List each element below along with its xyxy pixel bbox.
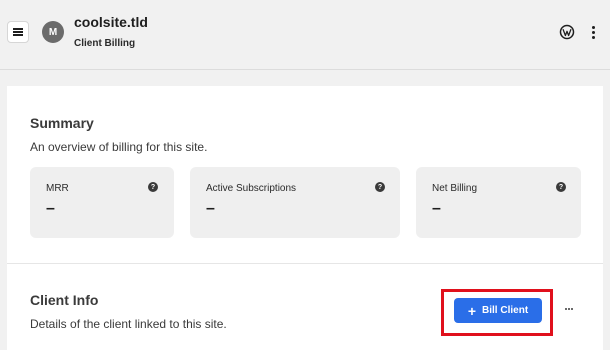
stat-label: Net Billing [432, 183, 478, 194]
summary-description: An overview of billing for this site. [30, 140, 208, 154]
bill-client-button[interactable]: + Bill Client [454, 298, 542, 323]
stat-card-active-subscriptions: Active Subscriptions ? – [190, 167, 400, 238]
site-header: M coolsite.tld Client Billing [0, 0, 610, 70]
stat-card-mrr: MRR ? – [30, 167, 174, 238]
wordpress-icon[interactable] [559, 24, 575, 40]
client-info-description: Details of the client linked to this sit… [30, 317, 227, 331]
avatar: M [42, 21, 64, 43]
site-title: coolsite.tld [74, 14, 148, 30]
help-icon[interactable]: ? [556, 182, 566, 192]
more-horizontal-icon[interactable] [562, 304, 576, 314]
stat-value: – [206, 200, 215, 217]
plus-icon: + [467, 302, 477, 319]
billing-card: Summary An overview of billing for this … [7, 86, 603, 350]
bill-client-label: Bill Client [482, 305, 529, 316]
help-icon[interactable]: ? [148, 182, 158, 192]
section-divider [7, 263, 603, 264]
summary-title: Summary [30, 115, 94, 131]
stat-label: Active Subscriptions [206, 183, 297, 194]
menu-button[interactable] [7, 21, 29, 43]
stat-value: – [432, 200, 441, 217]
stat-value: – [46, 200, 55, 217]
more-vertical-icon[interactable] [586, 24, 600, 40]
stat-label: MRR [46, 183, 69, 194]
client-info-title: Client Info [30, 292, 99, 308]
stat-card-net-billing: Net Billing ? – [416, 167, 581, 238]
help-icon[interactable]: ? [375, 182, 385, 192]
page-subtitle: Client Billing [74, 38, 136, 49]
menu-icon [13, 28, 23, 36]
